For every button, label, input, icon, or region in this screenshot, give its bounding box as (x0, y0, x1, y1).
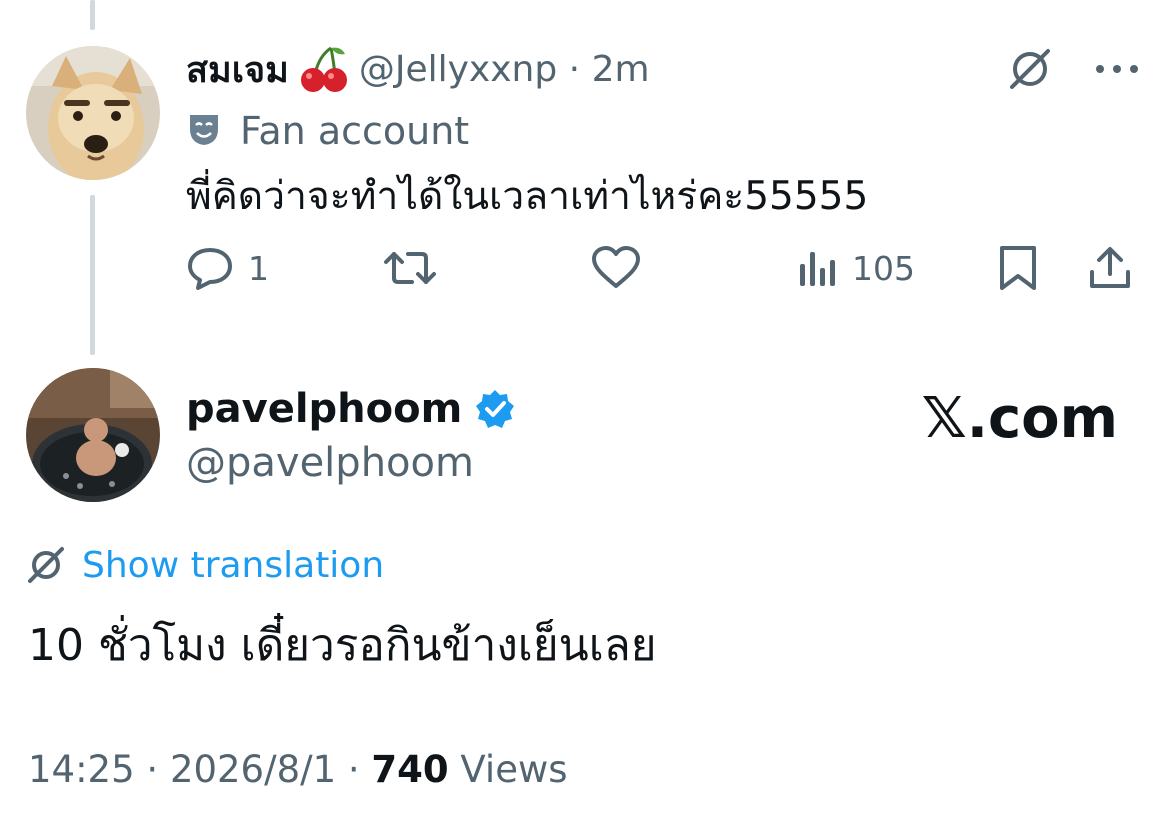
views-action[interactable]: 105 (798, 240, 915, 296)
tweet-time[interactable]: 14:25 (28, 748, 135, 791)
tweet-text: 10 ชั่วโมง เดี๋ยวรอกินข้างเย็นเลย (28, 620, 657, 671)
tweet-views-label: Views (460, 748, 568, 791)
tweet-detail-page: สมเจม @Jellyxxnp · 2m Fan account พี่คิด… (0, 0, 1170, 824)
bookmark-icon (1000, 246, 1036, 290)
bookmark-action[interactable] (996, 240, 1040, 296)
show-translation-link[interactable]: Show translation (82, 545, 384, 586)
views-icon (800, 252, 835, 286)
meta-separator: · (146, 748, 159, 791)
meta-separator: · (347, 748, 360, 791)
share-action[interactable] (1086, 240, 1134, 296)
reply-time[interactable]: 2m (592, 49, 650, 90)
reply-handle[interactable]: @Jellyxxnp (359, 49, 557, 90)
reply-separator: · (568, 48, 581, 90)
thread-line-top (90, 0, 95, 30)
theater-mask-icon (186, 111, 222, 151)
reply-action-bar: 1 105 (186, 240, 1140, 296)
tweet-date[interactable]: 2026/8/1 (170, 748, 336, 791)
x-com-logo: 𝕏.com (921, 386, 1118, 451)
reply-header: สมเจม @Jellyxxnp · 2m (186, 44, 650, 94)
reply-header-tools (1006, 44, 1140, 94)
fan-account-badge: Fan account (186, 108, 469, 154)
reply-text: พี่คิดว่าจะทำได้ในเวลาเท่าไหร่คะ55555 (186, 174, 869, 219)
author-display-name[interactable]: pavelphoom (186, 386, 462, 432)
reply-action[interactable]: 1 (186, 240, 269, 296)
author-handle[interactable]: @pavelphoom (186, 440, 474, 486)
tweet-meta: 14:25 · 2026/8/1 · 740 Views (28, 748, 568, 791)
reply-icon (188, 248, 232, 290)
translate-icon (28, 547, 64, 583)
thread-line (90, 195, 95, 355)
retweet-icon (384, 252, 436, 284)
share-icon (1090, 247, 1130, 288)
like-icon (592, 246, 640, 288)
fan-account-label: Fan account (240, 109, 470, 153)
views-count: 105 (852, 248, 915, 288)
reply-count: 1 (248, 248, 269, 288)
retweet-action[interactable] (382, 240, 438, 296)
author-avatar[interactable] (26, 368, 160, 502)
reply-display-name[interactable]: สมเจม (186, 41, 289, 98)
author-name-row: pavelphoom (186, 386, 516, 432)
like-action[interactable] (590, 240, 642, 296)
tweet-views-count: 740 (371, 748, 449, 791)
reply-handle-time: @Jellyxxnp · 2m (359, 49, 650, 90)
translate-icon[interactable] (1006, 45, 1054, 93)
reply-avatar[interactable] (26, 46, 160, 180)
more-icon[interactable] (1094, 63, 1140, 75)
verified-badge-icon (476, 390, 515, 428)
cherries-emoji-icon (297, 44, 349, 94)
translation-row[interactable]: Show translation (26, 540, 384, 590)
